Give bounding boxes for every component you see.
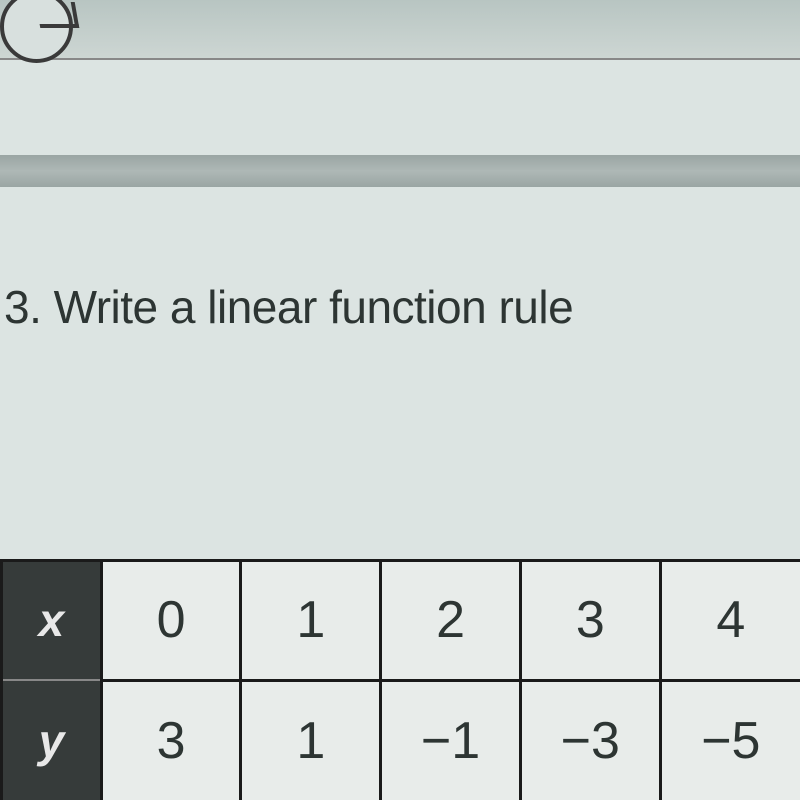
question-prompt: Write a linear function rule: [54, 281, 574, 333]
table-cell: 0: [101, 560, 241, 680]
table-row: y 3 1 −1 −3 −5: [2, 680, 800, 800]
table-cell: 2: [381, 560, 521, 680]
divider-band: [0, 155, 800, 187]
table-cell: 3: [101, 680, 241, 800]
table-cell: −3: [520, 680, 660, 800]
xy-table: x 0 1 2 3 4 y 3 1 −1 −3 −5: [0, 559, 800, 800]
table-cell: 3: [520, 560, 660, 680]
table-cell: 1: [241, 560, 381, 680]
table-cell: −5: [660, 680, 800, 800]
table-row: x 0 1 2 3 4: [2, 560, 800, 680]
data-table-container: x 0 1 2 3 4 y 3 1 −1 −3 −5: [0, 559, 800, 800]
question-number: 3.: [4, 281, 41, 333]
question-text: 3. Write a linear function rule: [0, 280, 800, 334]
row-header-x: x: [2, 560, 102, 680]
row-header-y: y: [2, 680, 102, 800]
table-cell: 1: [241, 680, 381, 800]
table-cell: −1: [381, 680, 521, 800]
table-cell: 4: [660, 560, 800, 680]
page-top-edge: [0, 0, 800, 60]
